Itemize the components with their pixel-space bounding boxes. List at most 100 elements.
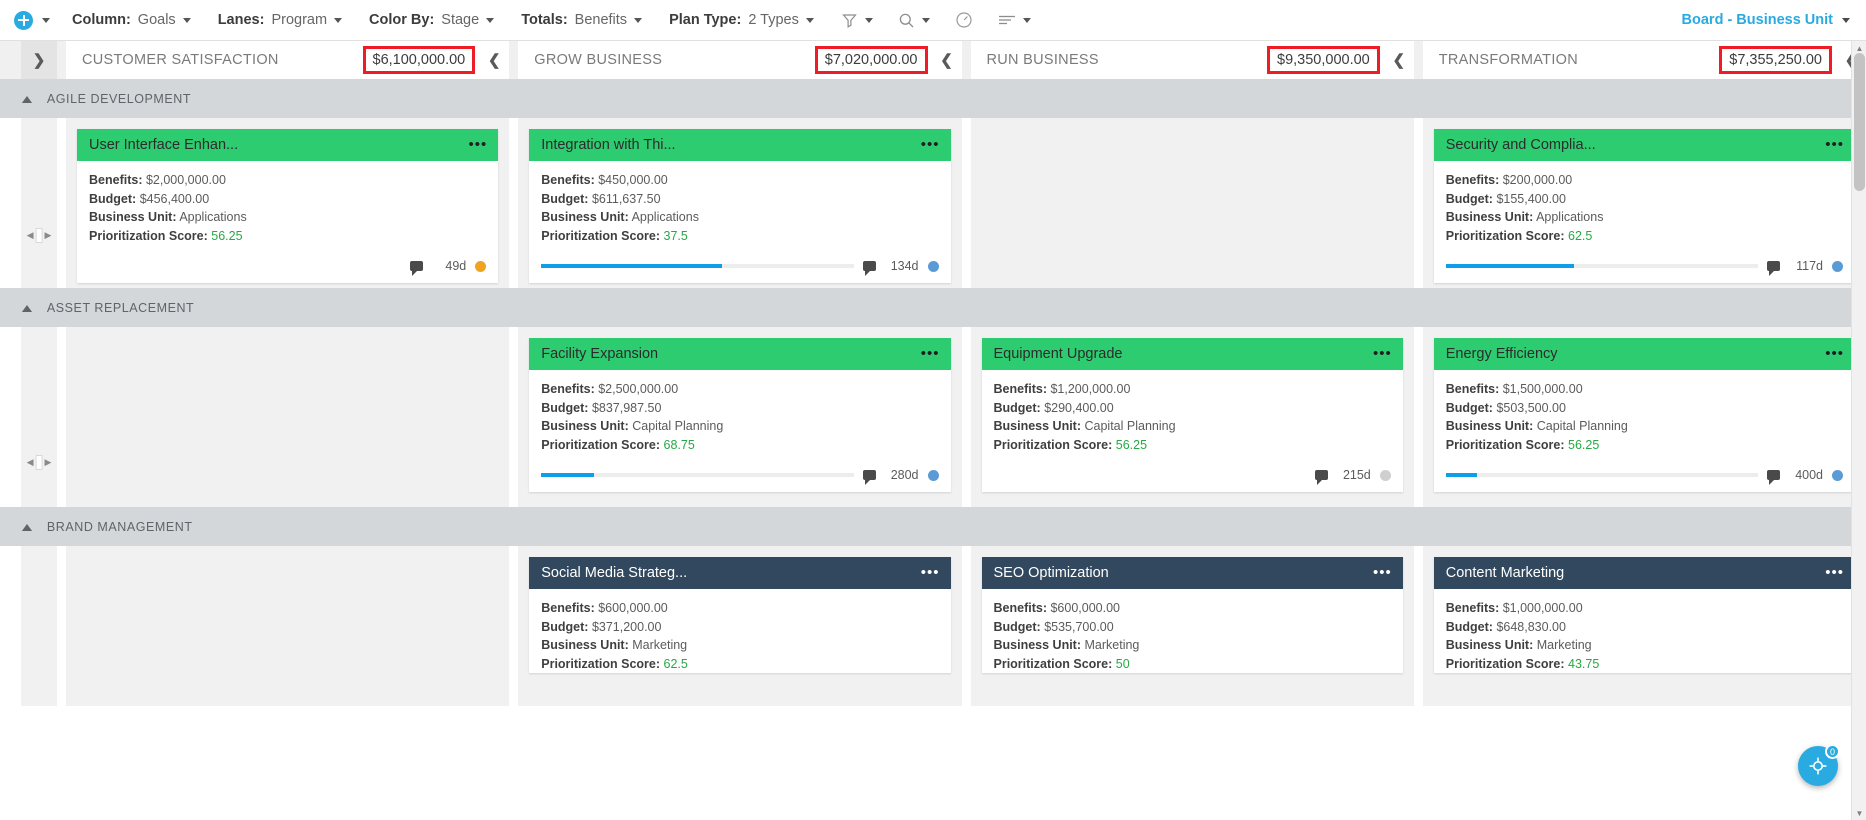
comment-icon[interactable] xyxy=(1314,470,1328,485)
column-total: $9,350,000.00 xyxy=(1267,46,1380,74)
card-header[interactable]: Equipment Upgrade ••• xyxy=(981,338,1403,370)
card[interactable]: Energy Efficiency ••• Benefits: $1,500,0… xyxy=(1433,338,1855,492)
comment-icon[interactable] xyxy=(1767,470,1780,485)
card[interactable]: Security and Complia... ••• Benefits: $2… xyxy=(1433,129,1855,283)
card-header[interactable]: Integration with Thi... ••• xyxy=(529,129,951,161)
chevron-down-icon[interactable] xyxy=(334,17,343,23)
chevron-left-icon[interactable]: ◀ xyxy=(27,230,34,241)
column-header-transformation[interactable]: TRANSFORMATION $7,355,250.00 ❮ xyxy=(1422,41,1866,79)
card-header[interactable]: Security and Complia... ••• xyxy=(1433,129,1855,161)
card[interactable]: SEO Optimization ••• Benefits: $600,000.… xyxy=(981,557,1403,673)
scroll-thumb[interactable] xyxy=(35,228,43,243)
lanes-menu[interactable]: Lanes: Program xyxy=(218,12,343,28)
chevron-right-icon[interactable]: ▶ xyxy=(45,230,52,241)
chevron-left-icon[interactable]: ❮ xyxy=(932,51,962,69)
field-label: Budget: xyxy=(541,400,589,415)
more-options-icon[interactable]: ••• xyxy=(1367,346,1392,361)
comment-icon[interactable] xyxy=(1767,261,1780,276)
card[interactable]: Content Marketing ••• Benefits: $1,000,0… xyxy=(1433,557,1855,673)
expand-left-button[interactable]: ❯ xyxy=(21,41,57,79)
cell-transformation: Security and Complia... ••• Benefits: $2… xyxy=(1422,118,1866,288)
more-options-icon[interactable]: ••• xyxy=(1367,565,1392,580)
card[interactable]: Equipment Upgrade ••• Benefits: $1,200,0… xyxy=(981,338,1403,492)
chevron-right-icon[interactable]: ▶ xyxy=(45,457,52,468)
chevron-left-icon[interactable]: ❮ xyxy=(1384,51,1414,69)
add-menu[interactable] xyxy=(14,10,50,30)
card-header[interactable]: SEO Optimization ••• xyxy=(981,557,1403,589)
card-header[interactable]: Facility Expansion ••• xyxy=(529,338,951,370)
more-options-icon[interactable]: ••• xyxy=(915,346,940,361)
plan-type-menu[interactable]: Plan Type: 2 Types xyxy=(669,12,814,28)
chevron-up-icon[interactable]: ▲ xyxy=(18,93,35,105)
field-label: Business Unit: xyxy=(1445,210,1534,224)
card-header[interactable]: Social Media Strateg... ••• xyxy=(529,557,951,589)
card-field-benefits: Benefits: $2,500,000.00 xyxy=(541,380,938,399)
field-label: Prioritization Score: xyxy=(541,228,661,243)
column-header-run-business[interactable]: RUN BUSINESS $9,350,000.00 ❮ xyxy=(970,41,1414,79)
chevron-down-icon[interactable] xyxy=(1842,17,1850,23)
search-icon[interactable] xyxy=(898,12,915,29)
chevron-down-icon[interactable] xyxy=(182,17,191,23)
chevron-down-icon[interactable] xyxy=(634,17,643,23)
card-field-budget: Budget: $611,637.50 xyxy=(541,190,938,209)
comment-icon[interactable] xyxy=(862,470,876,485)
gauge-menu[interactable] xyxy=(955,11,973,29)
comment-icon[interactable] xyxy=(862,261,876,276)
card[interactable]: Facility Expansion ••• Benefits: $2,500,… xyxy=(529,338,951,492)
swimlane-header[interactable]: ▲ BRAND MANAGEMENT xyxy=(0,507,1866,546)
plus-circle-icon[interactable] xyxy=(14,10,33,30)
search-menu[interactable] xyxy=(898,12,930,29)
list-view-icon[interactable] xyxy=(998,13,1016,27)
lane-scroll-nav[interactable]: ◀ ▶ xyxy=(27,455,52,470)
chevron-down-icon[interactable] xyxy=(864,17,873,23)
column-header-grow-business[interactable]: GROW BUSINESS $7,020,000.00 ❮ xyxy=(518,41,962,79)
chevron-up-icon[interactable]: ▲ xyxy=(18,302,35,314)
chevron-down-icon[interactable] xyxy=(42,17,50,23)
chevron-down-icon[interactable] xyxy=(1022,17,1031,23)
board-switcher[interactable]: Board - Business Unit xyxy=(1682,12,1850,28)
chevron-down-icon[interactable] xyxy=(921,17,930,23)
more-options-icon[interactable]: ••• xyxy=(915,565,940,580)
filter-icon[interactable] xyxy=(841,12,858,29)
field-value: 56.25 xyxy=(1568,437,1600,452)
card[interactable]: User Interface Enhan... ••• Benefits: $2… xyxy=(77,129,499,283)
card[interactable]: Social Media Strateg... ••• Benefits: $6… xyxy=(529,557,951,673)
field-label: Business Unit: xyxy=(89,210,177,224)
more-options-icon[interactable]: ••• xyxy=(462,137,487,152)
more-options-icon[interactable]: ••• xyxy=(915,137,940,152)
more-options-icon[interactable]: ••• xyxy=(1819,346,1844,361)
lane-scroll-nav[interactable]: ◀ ▶ xyxy=(27,228,52,243)
chevron-left-icon[interactable]: ◀ xyxy=(27,457,34,468)
scroll-down-arrow[interactable]: ▼ xyxy=(1852,806,1866,820)
card[interactable]: Integration with Thi... ••• Benefits: $4… xyxy=(529,129,951,283)
list-view-menu[interactable] xyxy=(998,13,1031,27)
chevron-left-icon[interactable]: ❮ xyxy=(479,51,509,69)
assistant-fab-button[interactable]: 0 xyxy=(1798,744,1840,786)
vertical-scrollbar[interactable]: ▲ ▼ xyxy=(1851,41,1866,820)
card-header[interactable]: Energy Efficiency ••• xyxy=(1433,338,1855,370)
vertical-scroll-thumb[interactable] xyxy=(1854,53,1865,191)
color-by-menu[interactable]: Color By: Stage xyxy=(369,12,495,28)
swimlane-header[interactable]: ▲ ASSET REPLACEMENT xyxy=(0,288,1866,327)
card-header[interactable]: Content Marketing ••• xyxy=(1433,557,1855,589)
lane-gutter: ◀ ▶ xyxy=(21,118,57,288)
chevron-down-icon[interactable] xyxy=(486,17,495,23)
card-header[interactable]: User Interface Enhan... ••• xyxy=(77,129,499,161)
filter-menu[interactable] xyxy=(841,12,873,29)
card-body: Benefits: $1,200,000.00 Budget: $290,400… xyxy=(982,370,1403,454)
more-options-icon[interactable]: ••• xyxy=(1819,565,1844,580)
column-menu[interactable]: Column: Goals xyxy=(72,12,191,28)
chevron-down-icon[interactable] xyxy=(805,17,814,23)
scroll-thumb[interactable] xyxy=(35,455,43,470)
field-value: 37.5 xyxy=(663,228,688,243)
gauge-icon[interactable] xyxy=(955,11,973,29)
chevron-up-icon[interactable]: ▲ xyxy=(18,521,35,533)
more-options-icon[interactable]: ••• xyxy=(1819,137,1844,152)
comment-icon[interactable] xyxy=(410,261,424,276)
field-value: Applications xyxy=(179,210,247,224)
swimlane-header[interactable]: ▲ AGILE DEVELOPMENT xyxy=(0,79,1866,118)
column-header-customer-satisfaction[interactable]: CUSTOMER SATISFACTION $6,100,000.00 ❮ xyxy=(66,41,510,79)
totals-menu[interactable]: Totals: Benefits xyxy=(521,12,643,28)
card-footer: 117d xyxy=(1434,245,1855,283)
card-field-benefits: Benefits: $600,000.00 xyxy=(541,599,938,618)
